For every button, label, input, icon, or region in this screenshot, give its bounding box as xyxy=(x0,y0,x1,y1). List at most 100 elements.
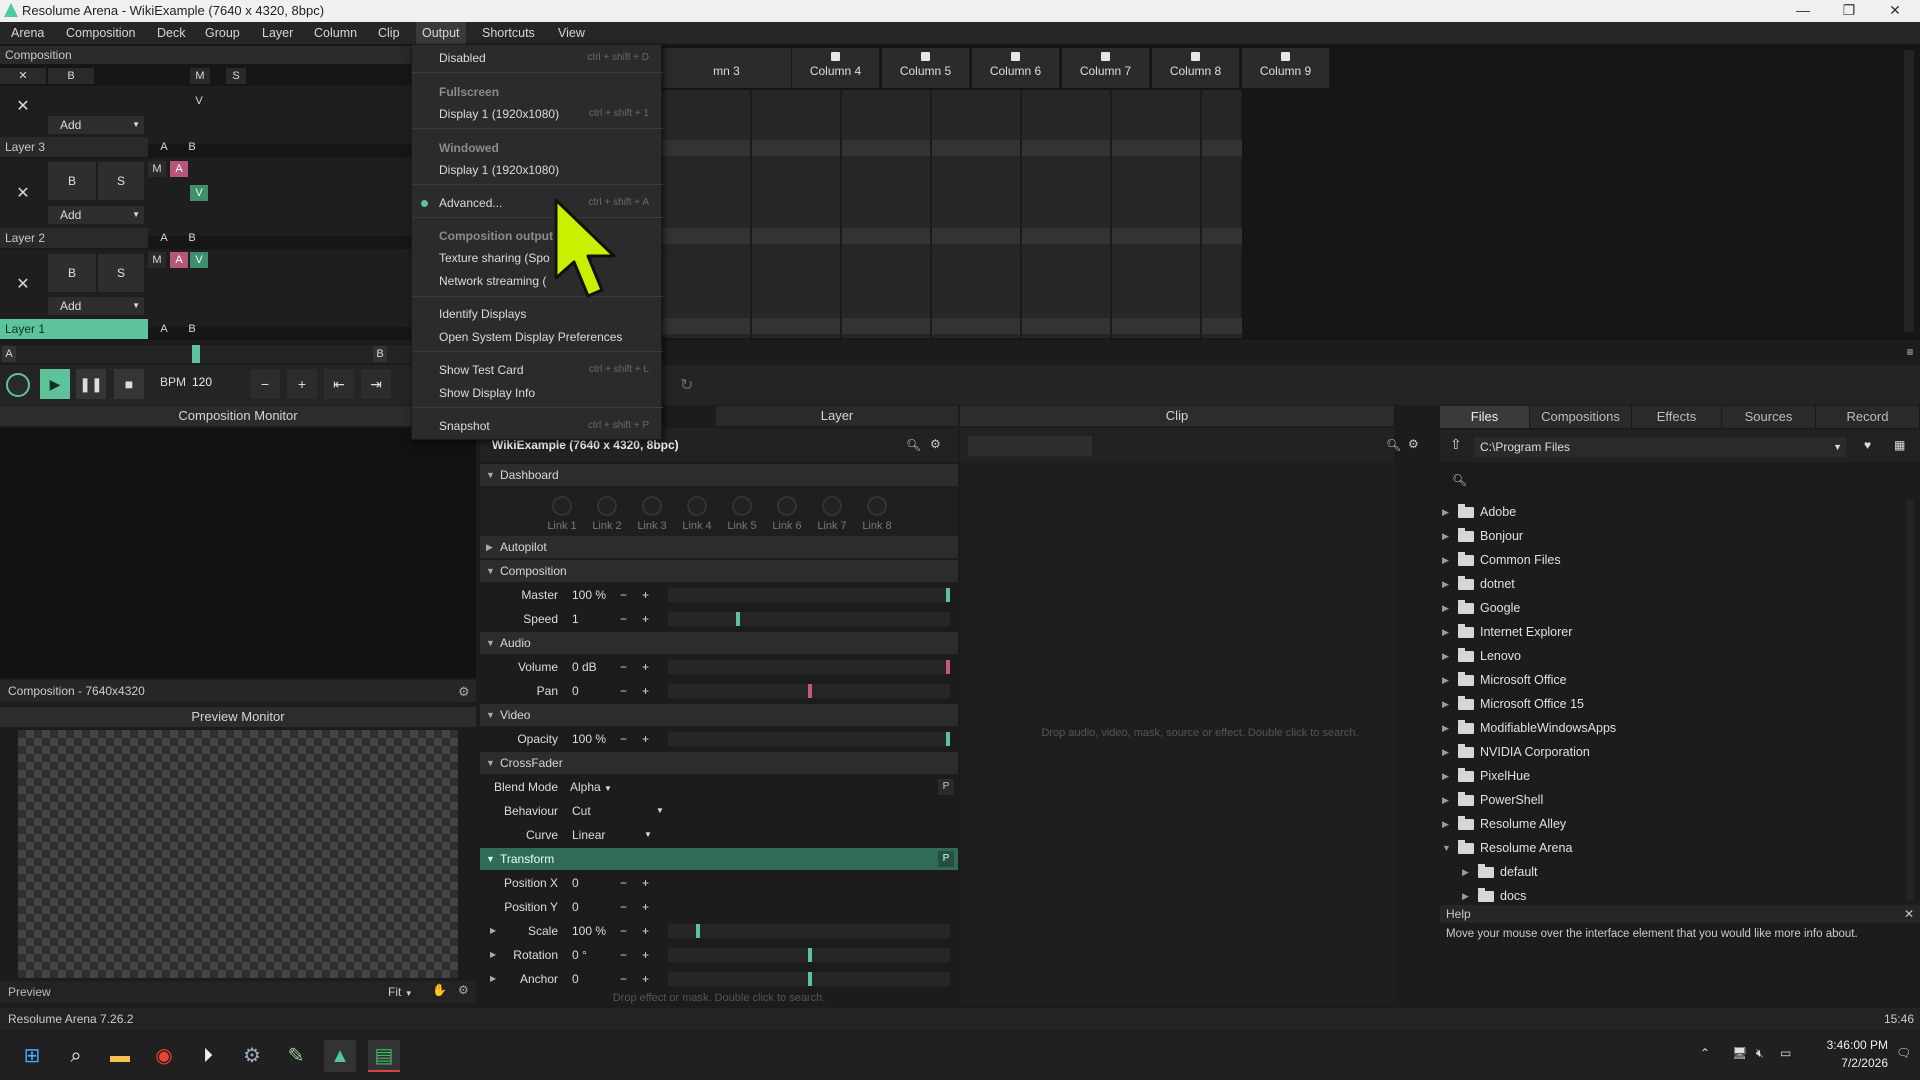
chevron-right-icon[interactable]: ▶ xyxy=(1442,716,1449,740)
layer2-a-button[interactable]: A xyxy=(154,230,174,246)
column-header-4[interactable]: Column 4 xyxy=(792,48,880,88)
nudge-back-icon[interactable]: ⇤ xyxy=(324,369,354,399)
scale-plus[interactable]: + xyxy=(642,919,649,943)
menu-layer[interactable]: Layer xyxy=(256,22,299,44)
chevron-right-icon[interactable]: ▶ xyxy=(1442,788,1449,812)
layer2-solo-button[interactable]: S xyxy=(98,162,144,200)
autopilot-section[interactable]: ▶ Autopilot xyxy=(480,536,958,558)
document-app-icon[interactable]: ▤ xyxy=(368,1040,400,1072)
link-knob[interactable] xyxy=(597,496,617,516)
hand-icon[interactable]: ✋ xyxy=(432,983,447,997)
transform-section[interactable]: ▼ Transform P xyxy=(480,848,958,870)
crossfader-section[interactable]: ▼ CrossFader xyxy=(480,752,958,774)
tray-chevron-icon[interactable]: ⌃ xyxy=(1700,1046,1710,1060)
crossfader-handle[interactable] xyxy=(192,345,200,363)
menu-view[interactable]: View xyxy=(552,22,591,44)
chevron-right-icon[interactable]: ▶ xyxy=(1442,596,1449,620)
media-player-icon[interactable]: ⏵ xyxy=(192,1040,224,1072)
menu-arena[interactable]: Arena xyxy=(5,22,50,44)
position-y-plus[interactable]: + xyxy=(642,895,649,919)
layer3-name[interactable]: Layer 3 xyxy=(0,137,148,157)
link-knob[interactable] xyxy=(642,496,662,516)
network-icon[interactable]: 🖥︎ xyxy=(1732,1046,1747,1060)
layer2-m-button[interactable]: M xyxy=(148,161,166,177)
deck-scrollbar[interactable] xyxy=(1904,50,1914,332)
composition-clear-button[interactable]: ✕ xyxy=(0,68,46,84)
position-x-value[interactable]: 0 xyxy=(572,871,579,895)
opacity-slider-handle[interactable] xyxy=(946,732,950,746)
chevron-right-icon[interactable]: ▶ xyxy=(1442,620,1449,644)
layer2-bypass-button[interactable]: B xyxy=(48,162,96,200)
layer1-clip-cells[interactable] xyxy=(662,250,1242,318)
position-y-minus[interactable]: − xyxy=(620,895,627,919)
link-knob[interactable] xyxy=(822,496,842,516)
master-value[interactable]: 100 % xyxy=(572,583,606,607)
composition-s-button[interactable]: S xyxy=(226,68,246,84)
layer1-b-button[interactable]: B xyxy=(182,321,202,337)
chevron-right-icon[interactable]: ▶ xyxy=(1442,644,1449,668)
layer1-a-button[interactable]: A xyxy=(154,321,174,337)
maximize-button[interactable]: ❐ xyxy=(1826,0,1872,22)
layer1-v-toggle[interactable]: V xyxy=(190,252,208,268)
fullscreen-display1-item[interactable]: Display 1 (1920x1080) ctrl + shift + 1 xyxy=(412,103,663,125)
bpm-value[interactable]: 120 xyxy=(192,375,212,389)
chrome-icon[interactable]: ◉ xyxy=(148,1040,180,1072)
open-display-prefs-item[interactable]: Open System Display Preferences xyxy=(412,326,663,348)
paint-icon[interactable]: ✎ xyxy=(280,1040,312,1072)
scale-minus[interactable]: − xyxy=(620,919,627,943)
chevron-right-icon[interactable]: ▶ xyxy=(1442,524,1449,548)
stop-button[interactable]: ■ xyxy=(114,369,144,399)
windowed-display1-item[interactable]: Display 1 (1920x1080) xyxy=(412,159,663,181)
volume-slider[interactable] xyxy=(668,660,950,674)
layer-settings-gear-icon[interactable]: ⚙ xyxy=(930,437,941,451)
layer3-add-select[interactable]: Add ▼ xyxy=(48,116,144,134)
link-knob[interactable] xyxy=(732,496,752,516)
anchor-slider-handle[interactable] xyxy=(808,972,812,986)
resolume-taskbar-icon[interactable]: ▲ xyxy=(324,1040,356,1072)
preview-monitor-view[interactable] xyxy=(18,730,458,978)
scale-value[interactable]: 100 % xyxy=(572,919,606,943)
volume-minus[interactable]: − xyxy=(620,655,627,679)
chevron-right-icon[interactable]: ▶ xyxy=(1442,812,1449,836)
column-header-7[interactable]: Column 7 xyxy=(1062,48,1150,88)
layer3-a-button[interactable]: A xyxy=(154,139,174,155)
layer2-v-toggle[interactable]: V xyxy=(190,185,208,201)
composition-monitor-view[interactable] xyxy=(0,428,476,678)
favorite-heart-icon[interactable]: ♥ xyxy=(1864,438,1871,452)
pan-slider-handle[interactable] xyxy=(808,684,812,698)
layer1-add-select[interactable]: Add ▼ xyxy=(48,297,144,315)
pan-value[interactable]: 0 xyxy=(572,679,579,703)
layer3-b-button[interactable]: B xyxy=(182,139,202,155)
layer1-name[interactable]: Layer 1 xyxy=(0,319,148,339)
speed-minus[interactable]: − xyxy=(620,607,627,631)
volume-plus[interactable]: + xyxy=(642,655,649,679)
rotation-minus[interactable]: − xyxy=(620,943,627,967)
speed-slider[interactable] xyxy=(668,612,950,626)
clip-search-icon[interactable]: 🔍︎ xyxy=(1386,438,1401,452)
column-header-9[interactable]: Column 9 xyxy=(1242,48,1330,88)
opacity-plus[interactable]: + xyxy=(642,727,649,751)
layer2-clip-cells[interactable] xyxy=(662,160,1242,228)
minimize-button[interactable]: — xyxy=(1780,0,1826,22)
curve-select[interactable]: Linear ▼ xyxy=(572,823,652,847)
opacity-slider[interactable] xyxy=(668,732,950,746)
parent-folder-icon[interactable]: ⇧ xyxy=(1450,436,1462,453)
browser-search-input[interactable]: 🔍︎ xyxy=(1444,470,1908,492)
chevron-right-icon[interactable]: ▶ xyxy=(1442,764,1449,788)
snapshot-item[interactable]: Snapshot ctrl + shift + P xyxy=(412,415,663,437)
search-icon[interactable]: ⌕ xyxy=(60,1040,92,1072)
column-header-5[interactable]: Column 5 xyxy=(882,48,970,88)
rotation-slider-handle[interactable] xyxy=(808,948,812,962)
transform-param-button[interactable]: P xyxy=(938,851,954,867)
menu-shortcuts[interactable]: Shortcuts xyxy=(476,22,541,44)
menu-deck[interactable]: Deck xyxy=(151,22,191,44)
blend-mode-param-button[interactable]: P xyxy=(938,779,954,795)
speed-value[interactable]: 1 xyxy=(572,607,579,631)
nudge-forward-icon[interactable]: ⇥ xyxy=(361,369,391,399)
layer-search-icon[interactable]: 🔍︎ xyxy=(906,438,921,452)
scale-slider[interactable] xyxy=(668,924,950,938)
link-knob[interactable] xyxy=(552,496,572,516)
layer1-a-toggle[interactable]: A xyxy=(170,252,188,268)
bpm-increase-button[interactable]: + xyxy=(287,369,317,399)
show-test-card-item[interactable]: Show Test Card ctrl + shift + L xyxy=(412,359,663,381)
